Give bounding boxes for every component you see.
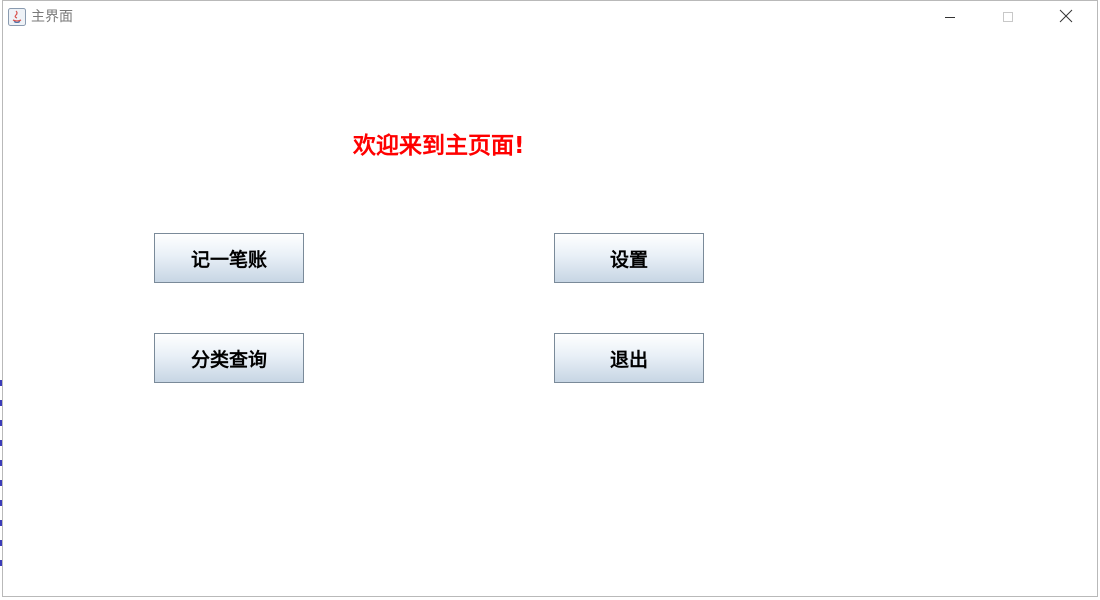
- category-query-button[interactable]: 分类查询: [154, 333, 304, 383]
- title-bar[interactable]: 主界面: [3, 1, 1097, 33]
- minimize-button[interactable]: [921, 1, 979, 33]
- close-icon: [1059, 8, 1073, 27]
- window-title: 主界面: [31, 9, 73, 25]
- close-button[interactable]: [1037, 1, 1095, 33]
- welcome-heading: 欢迎来到主页面!: [353, 133, 525, 159]
- record-entry-button[interactable]: 记一笔账: [154, 233, 304, 283]
- maximize-button[interactable]: [979, 1, 1037, 33]
- settings-button[interactable]: 设置: [554, 233, 704, 283]
- exit-button[interactable]: 退出: [554, 333, 704, 383]
- java-app-icon: [8, 8, 26, 26]
- main-window: 主界面 欢迎来到主页面! 记一笔账 设置 分类查询 退出: [2, 0, 1098, 597]
- minimize-icon: [944, 8, 956, 27]
- maximize-icon: [1002, 8, 1014, 27]
